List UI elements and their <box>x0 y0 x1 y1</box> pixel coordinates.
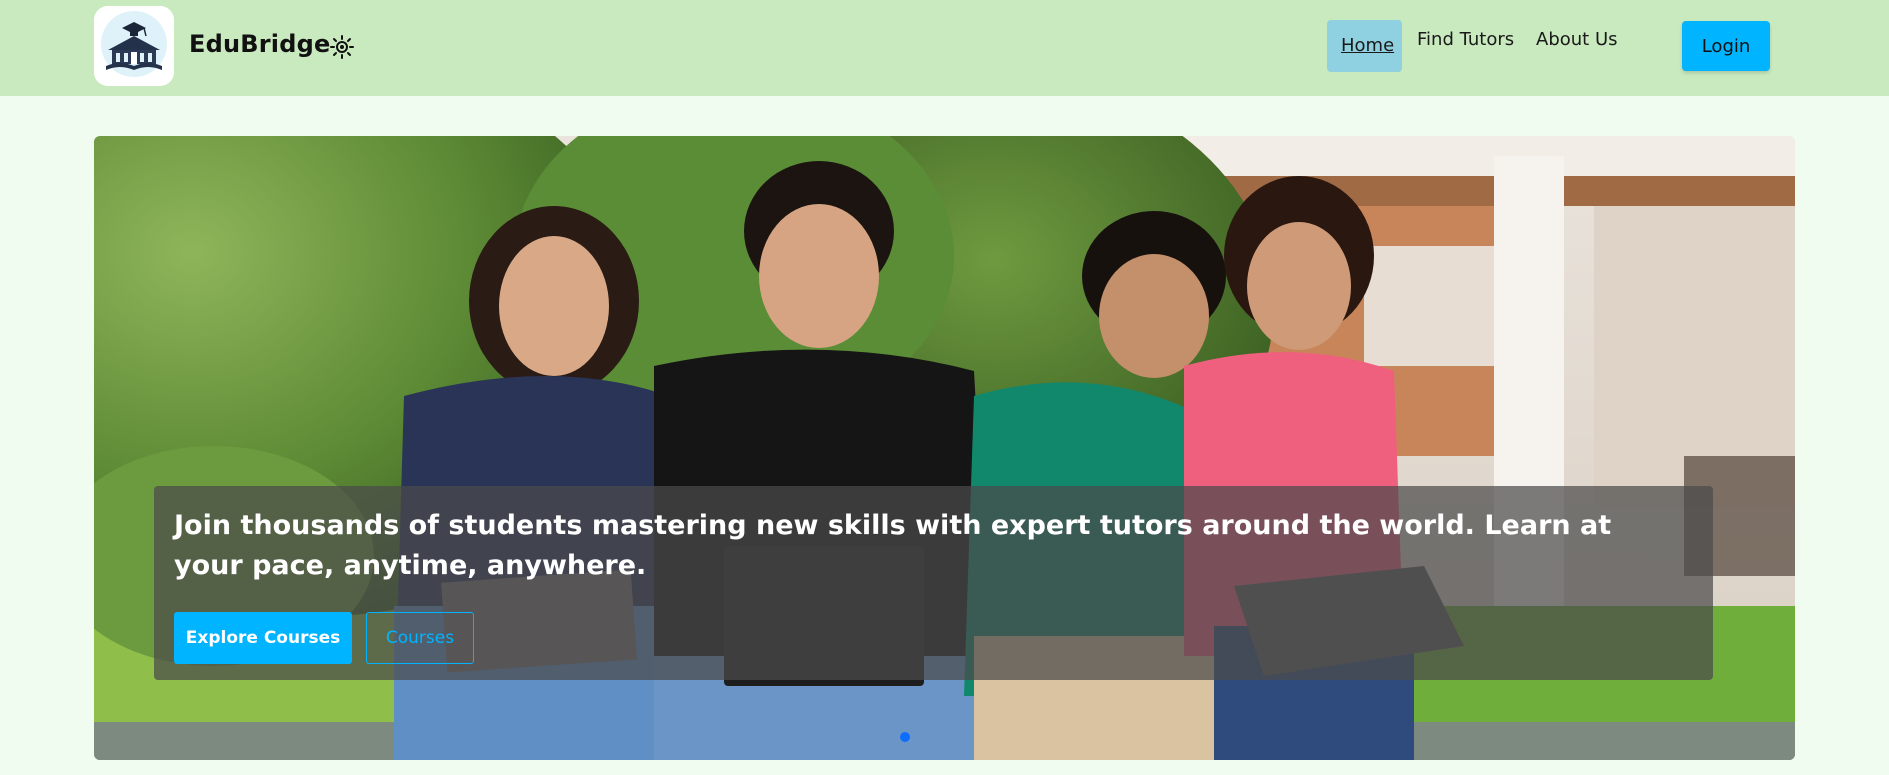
carousel-indicator[interactable] <box>900 732 910 742</box>
hero-caption: Join thousands of students mastering new… <box>154 486 1713 680</box>
nav-link-find-tutors[interactable]: Find Tutors <box>1403 14 1528 66</box>
login-button[interactable]: Login <box>1682 21 1770 71</box>
courses-button[interactable]: Courses <box>366 612 474 664</box>
brand-logo[interactable] <box>94 6 174 86</box>
graduation-cap-logo-icon <box>94 6 174 86</box>
navbar: EduBridge Home Find Tutors About Us Logi… <box>0 0 1889 96</box>
hero-caption-text: Join thousands of students mastering new… <box>174 510 1612 581</box>
brand-name[interactable]: EduBridge <box>189 30 330 58</box>
nav-link-home[interactable]: Home <box>1327 20 1402 72</box>
sun-icon[interactable] <box>329 34 355 60</box>
explore-courses-button[interactable]: Explore Courses <box>174 612 352 664</box>
hero-carousel: Join thousands of students mastering new… <box>94 136 1795 760</box>
nav-link-about-us[interactable]: About Us <box>1522 14 1632 66</box>
